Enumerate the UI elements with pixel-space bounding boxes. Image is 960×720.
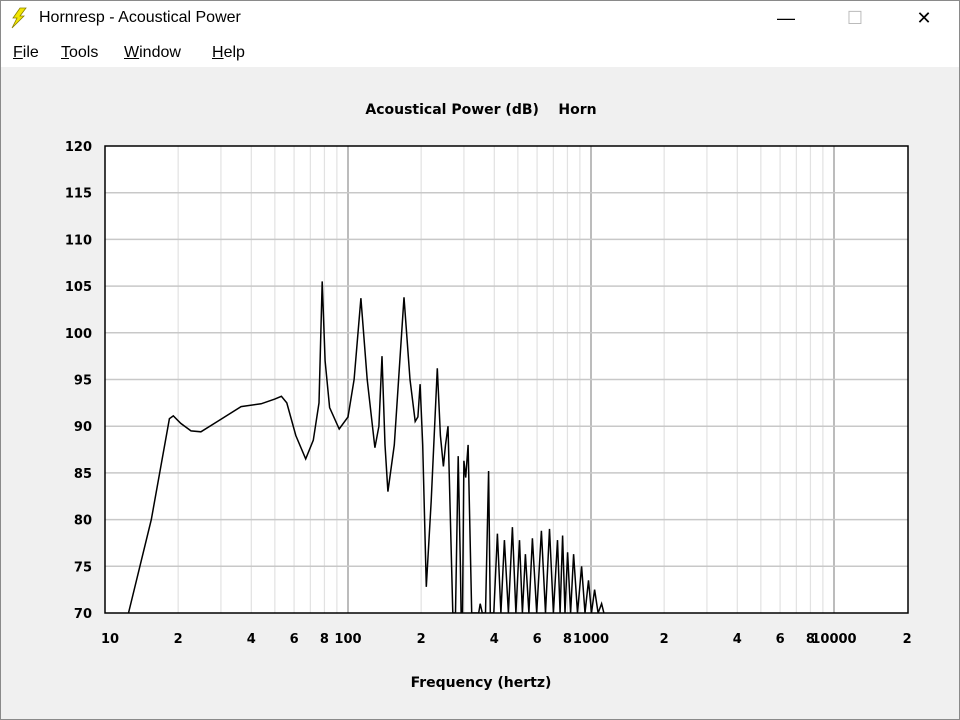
- menu-file[interactable]: File: [13, 44, 39, 62]
- x-tick-label: 4: [490, 632, 499, 647]
- y-tick-label: 95: [74, 374, 92, 389]
- menu-window[interactable]: Window: [124, 44, 181, 62]
- x-tick-label: 2: [903, 632, 912, 647]
- close-button[interactable]: ✕: [901, 1, 947, 35]
- minimize-button[interactable]: —: [763, 1, 809, 35]
- title-bar: Hornresp - Acoustical Power — ☐ ✕: [1, 1, 959, 35]
- x-tick-label: 6: [533, 632, 542, 647]
- y-tick-label: 70: [74, 607, 92, 622]
- y-tick-label: 105: [65, 280, 92, 295]
- x-tick-label: 4: [247, 632, 256, 647]
- x-tick-label: 6: [776, 632, 785, 647]
- x-axis-label: Frequency (hertz): [411, 675, 552, 691]
- close-icon: ✕: [916, 7, 932, 28]
- app-window: Hornresp - Acoustical Power — ☐ ✕ File T…: [0, 0, 960, 720]
- lightning-bolt-icon: [11, 7, 27, 29]
- x-tick-labels: 10 2 4 6 8 100 2 4 6 8 1000 2 4 6 810000 2: [101, 632, 912, 647]
- maximize-button[interactable]: ☐: [832, 1, 878, 35]
- x-tick-label: 8: [563, 632, 572, 647]
- y-tick-labels: 70 75 80 85 90 95 100 105 110 115 120: [65, 140, 92, 622]
- y-tick-label: 115: [65, 187, 92, 202]
- minimize-icon: —: [777, 7, 795, 28]
- menu-tools[interactable]: Tools: [61, 44, 98, 62]
- maximize-icon: ☐: [846, 7, 864, 28]
- window-title: Hornresp - Acoustical Power: [39, 9, 241, 26]
- x-tick-label: 10: [101, 632, 119, 647]
- y-tick-label: 90: [74, 420, 92, 435]
- menu-help[interactable]: Help: [212, 44, 245, 62]
- x-tick-label: 8: [320, 632, 329, 647]
- y-tick-label: 120: [65, 140, 92, 155]
- x-tick-label: 2: [660, 632, 669, 647]
- y-tick-label: 85: [74, 467, 92, 482]
- chart-title: Acoustical Power (dB) Horn: [365, 102, 596, 118]
- y-tick-label: 110: [65, 233, 92, 248]
- x-tick-label: 2: [174, 632, 183, 647]
- y-tick-label: 75: [74, 560, 92, 575]
- menu-bar: File Tools Window Help: [1, 35, 959, 67]
- x-tick-label: 100: [334, 632, 361, 647]
- y-tick-label: 80: [74, 514, 92, 529]
- x-tick-label: 1000: [573, 632, 609, 647]
- x-tick-label: 6: [290, 632, 299, 647]
- x-tick-label: 4: [733, 632, 742, 647]
- y-tick-label: 100: [65, 327, 92, 342]
- acoustical-power-chart: Acoustical Power (dB) Horn 70 75 80 85 90 95 1…: [65, 102, 912, 691]
- x-tick-label: 2: [417, 632, 426, 647]
- x-tick-label: 10000: [811, 632, 856, 647]
